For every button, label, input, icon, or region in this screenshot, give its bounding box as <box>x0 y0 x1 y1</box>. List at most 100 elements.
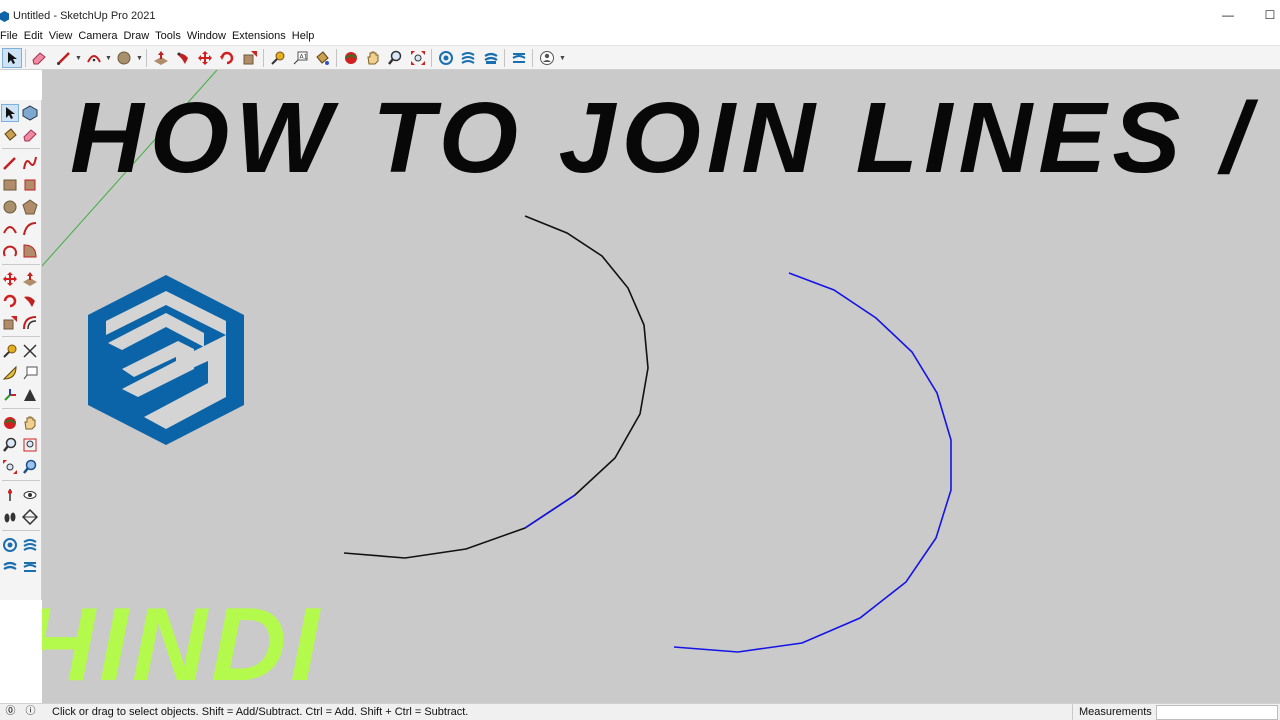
lt-offset-button[interactable] <box>21 314 39 332</box>
sketchup-logo-icon <box>88 275 244 445</box>
line-tool-button[interactable] <box>54 48 74 68</box>
paint-bucket-tool-button[interactable] <box>312 48 332 68</box>
lt-rectangle-button[interactable] <box>1 176 19 194</box>
tape-measure-tool-button[interactable] <box>268 48 288 68</box>
lt-warehouse-button[interactable] <box>1 536 19 554</box>
arc-dropdown-icon[interactable]: ▼ <box>105 55 112 62</box>
lt-freehand-button[interactable] <box>21 154 39 172</box>
lt-rotated-rectangle-button[interactable] <box>21 176 39 194</box>
menu-help[interactable]: Help <box>292 30 321 42</box>
lt-previous-view-button[interactable] <box>21 458 39 476</box>
lt-layout-button[interactable] <box>1 558 19 576</box>
follow-me-tool-button[interactable] <box>173 48 193 68</box>
eraser-tool-button[interactable] <box>29 48 49 68</box>
move-tool-button[interactable] <box>195 48 215 68</box>
menu-view[interactable]: View <box>49 30 79 42</box>
account-dropdown-icon[interactable]: ▼ <box>559 55 566 62</box>
lt-scale-button[interactable] <box>1 314 19 332</box>
menu-camera[interactable]: Camera <box>78 30 123 42</box>
lt-extension-warehouse-button[interactable] <box>21 536 39 554</box>
main-toolbar: ▼ ▼ ▼ A1 ▼ <box>0 45 1280 70</box>
lt-arc-button[interactable] <box>1 220 19 238</box>
lt-orbit-button[interactable] <box>1 414 19 432</box>
lt-position-camera-button[interactable] <box>1 486 19 504</box>
account-button[interactable] <box>537 48 557 68</box>
lt-pan-button[interactable] <box>21 414 39 432</box>
lt-3pt-arc-button[interactable] <box>1 242 19 260</box>
menu-edit[interactable]: Edit <box>24 30 49 42</box>
shape-dropdown-icon[interactable]: ▼ <box>136 55 143 62</box>
lt-line-button[interactable] <box>1 154 19 172</box>
minimize-button[interactable]: — <box>1220 8 1236 24</box>
dimension-icon <box>23 344 37 358</box>
lt-zoom-extents-button[interactable] <box>1 458 19 476</box>
arc-icon <box>87 55 101 63</box>
3d-warehouse-button[interactable] <box>436 48 456 68</box>
menu-window[interactable]: Window <box>187 30 232 42</box>
scale-tool-button[interactable] <box>240 48 260 68</box>
black-curve[interactable] <box>343 215 649 559</box>
extension-warehouse-icon <box>461 52 475 64</box>
maximize-button[interactable]: ☐ <box>1262 8 1278 24</box>
menu-tools[interactable]: Tools <box>155 30 187 42</box>
zoom-tool-button[interactable] <box>385 48 405 68</box>
lt-axes-button[interactable] <box>1 386 19 404</box>
pan-icon <box>24 416 36 430</box>
zoom-extents-tool-button[interactable] <box>408 48 428 68</box>
modeling-viewport[interactable]: HOW TO JOIN LINES / WELD HINDI <box>42 70 1280 703</box>
instructor-info-icon[interactable]: ⓘ <box>24 706 37 719</box>
geo-location-icon[interactable]: ⓪ <box>4 706 17 719</box>
lt-section-plane-button[interactable] <box>21 508 39 526</box>
tape-measure-icon <box>271 51 285 65</box>
shape-tool-button[interactable] <box>114 48 134 68</box>
push-pull-tool-button[interactable] <box>151 48 171 68</box>
lt-zoom-button[interactable] <box>1 436 19 454</box>
select-tool-button[interactable] <box>2 48 22 68</box>
rotate-tool-button[interactable] <box>217 48 237 68</box>
lt-eraser-button[interactable] <box>21 126 39 144</box>
pan-tool-button[interactable] <box>363 48 383 68</box>
lt-pie-button[interactable] <box>21 242 39 260</box>
menu-extensions[interactable]: Extensions <box>232 30 292 42</box>
lt-paint-button[interactable] <box>1 126 19 144</box>
lt-3d-text-button[interactable] <box>21 386 39 404</box>
select-icon <box>6 107 15 119</box>
section-plane-icon <box>22 509 38 525</box>
lt-zoom-window-button[interactable] <box>21 436 39 454</box>
text-tool-button[interactable]: A1 <box>290 48 310 68</box>
layout-send-button[interactable] <box>481 48 501 68</box>
lt-tape-button[interactable] <box>1 342 19 360</box>
zoom-icon <box>388 50 402 65</box>
styles-icon <box>512 53 526 63</box>
lt-2pt-arc-button[interactable] <box>21 220 39 238</box>
lt-circle-button[interactable] <box>1 198 19 216</box>
pie-icon <box>23 244 37 258</box>
lt-follow-me-button[interactable] <box>21 292 39 310</box>
lt-component-button[interactable] <box>21 104 39 122</box>
styles-button[interactable] <box>509 48 529 68</box>
menu-draw[interactable]: Draw <box>123 30 155 42</box>
left-toolbar-separator <box>2 148 40 149</box>
line-dropdown-icon[interactable]: ▼ <box>75 55 82 62</box>
selected-curve-segment[interactable] <box>524 494 576 529</box>
lt-push-pull-button[interactable] <box>21 270 39 288</box>
orbit-tool-button[interactable] <box>341 48 361 68</box>
lt-protractor-button[interactable] <box>1 364 19 382</box>
lt-rotate-button[interactable] <box>1 292 19 310</box>
extension-warehouse-button[interactable] <box>458 48 478 68</box>
lt-styles-button[interactable] <box>21 558 39 576</box>
scale-icon <box>243 51 257 65</box>
lt-select-button[interactable] <box>1 104 19 122</box>
lt-text-button[interactable] <box>21 364 39 382</box>
lt-dimension-button[interactable] <box>21 342 39 360</box>
lt-walk-button[interactable] <box>1 508 19 526</box>
menu-file[interactable]: File <box>0 30 24 42</box>
lt-polygon-button[interactable] <box>21 198 39 216</box>
lt-move-button[interactable] <box>1 270 19 288</box>
left-toolbar-separator <box>2 264 40 265</box>
blue-curve[interactable] <box>673 272 952 653</box>
measurements-input[interactable] <box>1156 705 1278 720</box>
lt-look-around-button[interactable] <box>21 486 39 504</box>
arc-tool-button[interactable] <box>84 48 104 68</box>
toolbar-separator <box>431 49 432 67</box>
